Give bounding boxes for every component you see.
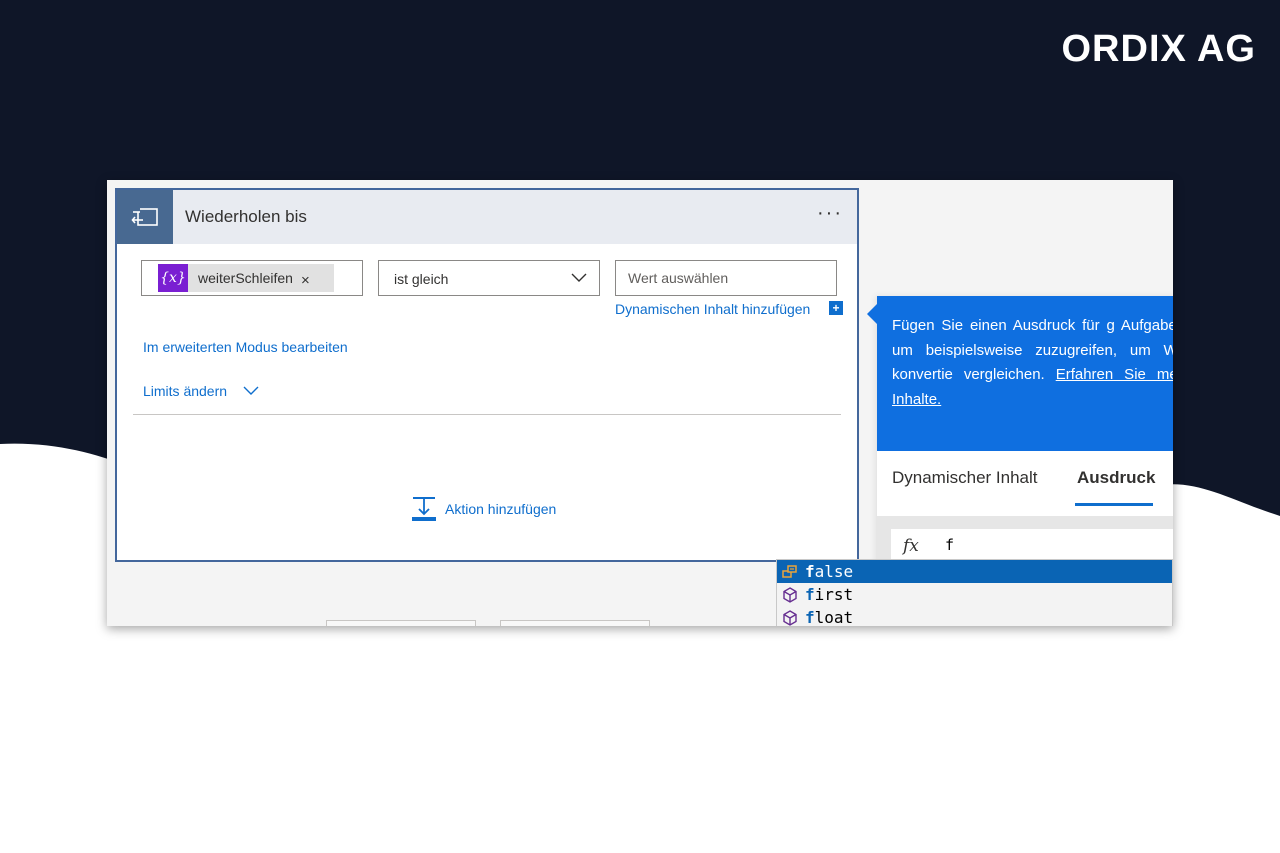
loop-until-icon [117,190,173,244]
add-action-label: Aktion hinzufügen [445,501,557,517]
function-cube-icon [781,609,799,627]
add-dynamic-content-link[interactable]: Dynamischen Inhalt hinzufügen [615,301,810,317]
variable-token[interactable]: {x} weiterSchleifen × [158,264,334,292]
autocomplete-list: false first float [776,559,1173,626]
placeholder-box [500,620,650,626]
tab-expression[interactable]: Ausdruck [1077,468,1155,488]
autocomplete-item-float[interactable]: float [777,606,1172,626]
placeholder-box [326,620,476,626]
add-action-button[interactable]: Aktion hinzufügen [411,496,556,522]
value-input[interactable] [616,261,836,295]
autocomplete-rest: irst [814,585,854,604]
add-action-icon [412,497,436,521]
info-text: Fügen Sie einen Ausdruck für g Aufgaben … [892,314,1173,413]
autocomplete-match: f [805,585,815,604]
operator-selected-value: ist gleich [394,271,449,287]
more-options-button[interactable]: ··· [817,202,843,225]
autocomplete-item-first[interactable]: first [777,583,1172,606]
fx-icon: fx [903,536,919,556]
autocomplete-rest: loat [814,608,854,626]
brand-logo: ORDIX AG [1061,28,1256,70]
operator-dropdown[interactable]: ist gleich [378,260,600,296]
advanced-mode-link[interactable]: Im erweiterten Modus bearbeiten [143,339,348,355]
autocomplete-item-false[interactable]: false [777,560,1172,583]
card-title: Wiederholen bis [185,207,307,226]
expression-input[interactable]: fx f [891,529,1173,563]
chevron-down-icon [571,273,587,282]
autocomplete-match: f [805,562,815,581]
panel-pointer [867,304,877,324]
variable-icon: {x} [158,264,188,292]
tab-dynamic-content[interactable]: Dynamischer Inhalt [892,468,1038,488]
add-dynamic-content-plus-icon[interactable]: + [829,301,843,315]
divider [133,414,841,415]
do-until-card: Wiederholen bis ··· {x} weiterSchleifen … [115,188,859,562]
chevron-down-icon[interactable] [243,386,259,396]
panel-tabs: Dynamischer Inhalt Ausdruck [877,456,1173,516]
expression-text: f [945,536,955,554]
screenshot-panel: Wiederholen bis ··· {x} weiterSchleifen … [107,180,1173,626]
autocomplete-match: f [805,608,815,626]
change-limits-link[interactable]: Limits ändern [143,383,227,399]
expression-info-box: Fügen Sie einen Ausdruck für g Aufgaben … [877,296,1173,451]
constant-icon [781,563,799,581]
remove-token-button[interactable]: × [301,272,310,289]
variable-token-label: weiterSchleifen [198,270,293,286]
active-tab-indicator [1075,503,1153,506]
autocomplete-rest: alse [814,562,854,581]
card-header[interactable]: Wiederholen bis ··· [117,190,857,244]
function-cube-icon [781,586,799,604]
condition-right-operand[interactable] [615,260,837,296]
condition-left-operand[interactable]: {x} weiterSchleifen × [141,260,363,296]
